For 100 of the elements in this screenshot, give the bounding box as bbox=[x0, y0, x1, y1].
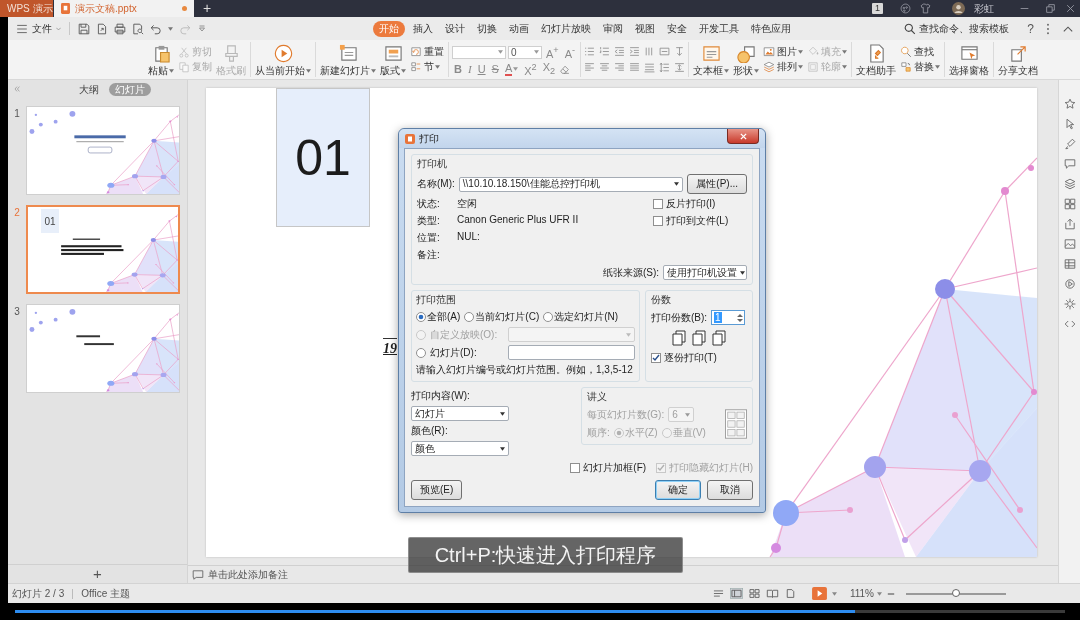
count-badge[interactable]: 1 bbox=[872, 3, 883, 14]
align-left-icon[interactable] bbox=[584, 61, 596, 73]
zoom-level[interactable]: 111% bbox=[849, 588, 882, 599]
add-slide-button[interactable]: + bbox=[89, 566, 106, 582]
command-search[interactable]: 查找命令、搜索模板 bbox=[904, 21, 1010, 36]
share-icon[interactable] bbox=[1063, 218, 1076, 230]
sun-icon[interactable] bbox=[1063, 298, 1076, 310]
code-icon[interactable] bbox=[1063, 318, 1076, 330]
increase-indent-icon[interactable] bbox=[629, 46, 641, 58]
new-tab-button[interactable]: + bbox=[194, 0, 221, 17]
slide-thumbnail[interactable] bbox=[26, 106, 180, 195]
selection-pane-button[interactable]: 选择窗格 bbox=[948, 44, 991, 75]
arrange-button[interactable]: 排列 bbox=[762, 60, 805, 75]
text-box-align-icon[interactable] bbox=[659, 46, 671, 58]
slideshow-play-icon[interactable] bbox=[811, 587, 827, 600]
align-center-icon[interactable] bbox=[599, 61, 611, 73]
spin-arrows-icon[interactable] bbox=[737, 312, 744, 323]
radio-button[interactable] bbox=[464, 312, 475, 322]
panel-tab[interactable]: 大纲 bbox=[73, 82, 105, 96]
layout-button[interactable]: 版式 bbox=[379, 44, 407, 75]
save-icon[interactable] bbox=[78, 22, 90, 35]
document-tab[interactable]: 演示文稿.pptx bbox=[54, 0, 194, 17]
ribbon-tab[interactable]: 切换 bbox=[473, 20, 501, 37]
slide-sorter-icon[interactable] bbox=[747, 588, 761, 599]
slide-thumbnail[interactable] bbox=[26, 304, 180, 393]
print-icon[interactable] bbox=[114, 22, 126, 35]
chat-icon[interactable] bbox=[1063, 158, 1076, 170]
share-document-button[interactable]: 分享文档 bbox=[997, 44, 1040, 75]
shape-button[interactable]: 形状 bbox=[732, 44, 761, 75]
video-progress-track[interactable] bbox=[15, 610, 1065, 613]
ribbon-tab[interactable]: 特色应用 bbox=[747, 20, 795, 37]
normal-view-icon[interactable] bbox=[729, 588, 743, 599]
checkbox[interactable] bbox=[570, 463, 581, 473]
close-button[interactable] bbox=[727, 129, 759, 144]
app-tab[interactable]: WPS 演示 bbox=[0, 0, 53, 17]
undo-icon[interactable] bbox=[150, 22, 162, 35]
justify-icon[interactable] bbox=[629, 61, 641, 73]
reset-button[interactable]: 重置 bbox=[409, 44, 445, 59]
printer-dropdown[interactable]: \\10.10.18.150\佳能总控打印机 bbox=[458, 176, 684, 192]
section-button[interactable]: 节 bbox=[409, 60, 445, 75]
user-name[interactable]: 彩虹 bbox=[974, 1, 994, 16]
ribbon-tab[interactable]: 审阅 bbox=[599, 20, 627, 37]
shirt-icon[interactable] bbox=[920, 3, 931, 14]
picture-button[interactable]: 图片 bbox=[762, 44, 805, 59]
ribbon-tab[interactable]: 设计 bbox=[441, 20, 469, 37]
replace-button[interactable]: 替换 bbox=[899, 60, 942, 75]
distribute-icon[interactable] bbox=[644, 61, 656, 73]
file-menu[interactable]: 文件 bbox=[16, 21, 61, 36]
restore-icon[interactable] bbox=[1045, 3, 1056, 14]
paste-button[interactable]: 粘贴 bbox=[147, 44, 175, 75]
brush-icon[interactable] bbox=[1063, 138, 1076, 150]
eraser-icon[interactable] bbox=[559, 63, 571, 75]
table-icon[interactable] bbox=[1063, 258, 1076, 270]
text-direction-icon[interactable] bbox=[674, 46, 686, 58]
zoom-slider-thumb[interactable] bbox=[952, 588, 960, 597]
cancel-button[interactable]: 取消 bbox=[707, 480, 753, 500]
preview-button[interactable]: 预览(E) bbox=[411, 480, 463, 500]
caret-icon[interactable] bbox=[831, 591, 837, 596]
color-dropdown[interactable]: 颜色 bbox=[411, 441, 509, 456]
paper-source-dropdown[interactable]: 使用打印机设置 bbox=[663, 265, 747, 280]
caret-icon[interactable] bbox=[168, 26, 173, 31]
font-name-field[interactable] bbox=[452, 45, 506, 59]
grid-icon[interactable] bbox=[1063, 198, 1076, 210]
print-content-dropdown[interactable]: 幻灯片 bbox=[411, 406, 509, 421]
text-box-button[interactable]: 文本框 bbox=[692, 44, 731, 75]
properties-button[interactable]: 属性(P)... bbox=[687, 174, 747, 194]
decrease-indent-icon[interactable] bbox=[614, 46, 626, 58]
align-right-icon[interactable] bbox=[614, 61, 626, 73]
checkbox[interactable] bbox=[653, 199, 663, 209]
ribbon-tab[interactable]: 视图 bbox=[631, 20, 659, 37]
ribbon-tab[interactable]: 插入 bbox=[409, 20, 437, 37]
find-button[interactable]: 查找 bbox=[899, 44, 942, 59]
document-assistant-button[interactable]: 文档助手 bbox=[855, 44, 898, 75]
slide-range-input[interactable] bbox=[508, 345, 635, 360]
reading-view-icon[interactable] bbox=[765, 588, 779, 599]
zoom-slider-track[interactable] bbox=[906, 592, 1006, 595]
ribbon-tab[interactable]: 动画 bbox=[505, 20, 533, 37]
font-size-field[interactable]: 0 bbox=[508, 45, 542, 59]
export-icon[interactable] bbox=[96, 22, 108, 35]
palette-icon[interactable] bbox=[900, 3, 911, 14]
close-icon[interactable] bbox=[1065, 3, 1076, 14]
ribbon-tab[interactable]: 开发工具 bbox=[695, 20, 743, 37]
radio-button[interactable] bbox=[416, 347, 426, 358]
ribbon-tab[interactable]: 幻灯片放映 bbox=[537, 20, 595, 37]
collapse-icon[interactable] bbox=[13, 85, 21, 93]
star-icon[interactable] bbox=[1063, 98, 1076, 110]
new-slide-button[interactable]: 新建幻灯片 bbox=[319, 44, 377, 75]
customize-icon[interactable] bbox=[197, 23, 207, 34]
radio-button[interactable] bbox=[416, 312, 426, 322]
checkbox[interactable] bbox=[653, 216, 663, 226]
checkbox[interactable] bbox=[651, 353, 661, 363]
cursor-icon[interactable] bbox=[1063, 118, 1076, 130]
paragraph-spacing-icon[interactable] bbox=[674, 61, 686, 73]
slide-thumbnail[interactable]: 01 bbox=[26, 205, 180, 294]
play-from-current-button[interactable]: 从当前开始 bbox=[254, 44, 312, 75]
bullet-list-icon[interactable] bbox=[584, 46, 596, 58]
layers-icon[interactable] bbox=[1063, 178, 1076, 190]
line-spacing-icon[interactable] bbox=[659, 61, 671, 73]
image-icon[interactable] bbox=[1063, 238, 1076, 250]
help-button[interactable]: ? bbox=[1027, 21, 1034, 36]
